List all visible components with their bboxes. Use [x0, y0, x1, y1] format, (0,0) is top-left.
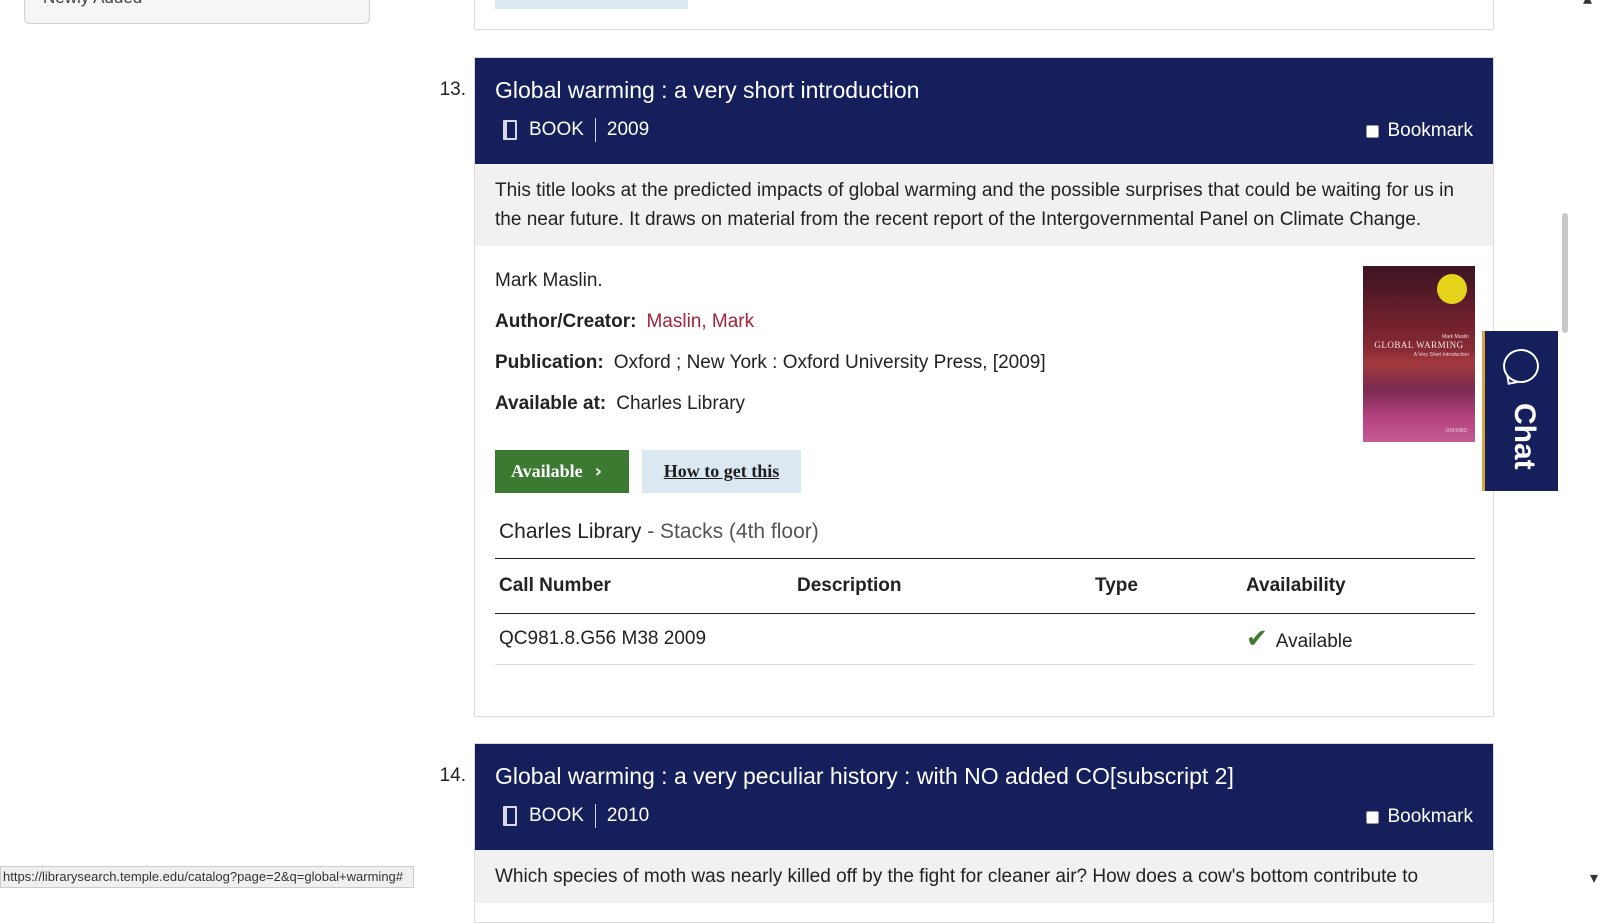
available-at-field: Available at: Charles Library: [495, 393, 745, 415]
result-summary: Which species of moth was nearly killed …: [475, 850, 1493, 903]
scroll-down-icon[interactable]: ▾: [1590, 868, 1598, 888]
holdings-table: Call Number Description Type Availabilit…: [495, 558, 1475, 665]
scrollbar-thumb[interactable]: [1562, 213, 1568, 333]
bookmark-label: Bookmark: [1387, 806, 1473, 827]
bookmark-checkbox[interactable]: [1366, 810, 1380, 824]
bookmark-toggle[interactable]: Bookmark: [1366, 806, 1473, 828]
result-summary: This title looks at the predicted impact…: [475, 164, 1493, 246]
result-card: Global warming : a very peculiar history…: [474, 743, 1494, 923]
chat-label: Chat: [1508, 403, 1541, 470]
cover-seal: [1437, 274, 1467, 304]
available-button[interactable]: Available ›: [495, 450, 629, 493]
column-header: Description: [793, 558, 1091, 614]
table-row: QC981.8.G56 M38 2009 ✔ Available: [495, 613, 1475, 665]
availability-status: Available: [1275, 631, 1353, 652]
location-name: Charles Library: [499, 520, 642, 543]
result-number: 14.: [439, 765, 466, 786]
location-detail: - Stacks (4th floor): [641, 520, 819, 543]
year-label: 2010: [606, 805, 650, 826]
call-number-cell: QC981.8.G56 M38 2009: [495, 613, 793, 665]
result-card: Global warming : a very short introducti…: [474, 57, 1494, 717]
chevron-right-icon: ›: [594, 461, 603, 482]
column-header: Type: [1091, 558, 1242, 614]
publication-field: Publication: Oxford ; New York : Oxford …: [495, 352, 1046, 374]
author-field: Author/Creator: Maslin, Mark: [495, 311, 754, 333]
format-label: BOOK: [529, 119, 584, 140]
column-header: Availability: [1242, 558, 1475, 614]
meta-divider: [594, 804, 596, 828]
result-details: Mark Maslin. Author/Creator: Maslin, Mar…: [475, 246, 1493, 718]
facet-label: Newly Added: [43, 0, 142, 8]
bookmark-label: Bookmark: [1387, 120, 1473, 141]
description-cell: [793, 613, 1091, 665]
result-header: Global warming : a very peculiar history…: [475, 744, 1493, 850]
available-at-value: Charles Library: [616, 393, 746, 414]
year-label: 2009: [606, 119, 650, 140]
responsibility-statement: Mark Maslin.: [495, 270, 603, 291]
result-number: 13.: [439, 79, 466, 100]
result-title-link[interactable]: Global warming : a very peculiar history…: [495, 763, 1234, 790]
author-label: Author/Creator:: [495, 311, 637, 332]
result-header: Global warming : a very short introducti…: [475, 58, 1493, 164]
holding-location: Charles Library - Stacks (4th floor): [499, 520, 819, 544]
available-button-label: Available: [511, 461, 583, 481]
result-title-link[interactable]: Global warming : a very short introducti…: [495, 77, 919, 104]
chat-button[interactable]: Chat: [1482, 331, 1558, 491]
cover-publisher: OXFORD: [1445, 428, 1467, 434]
previous-result-button[interactable]: [495, 0, 688, 9]
book-icon: [503, 806, 517, 826]
publication-label: Publication:: [495, 352, 604, 373]
result-meta: BOOK 2009: [503, 118, 649, 142]
status-bar-url: https://librarysearch.temple.edu/catalog…: [0, 866, 415, 888]
author-link[interactable]: Maslin, Mark: [646, 311, 754, 333]
meta-divider: [594, 118, 596, 142]
previous-result-card: [474, 0, 1494, 30]
facet-sort-dropdown[interactable]: Newly Added ⌄: [24, 0, 370, 24]
type-cell: [1091, 613, 1242, 665]
available-at-label: Available at:: [495, 393, 607, 414]
how-to-get-this-button[interactable]: How to get this: [642, 450, 801, 493]
availability-cell: ✔ Available: [1242, 613, 1475, 665]
chat-bubble-icon: [1503, 349, 1539, 383]
bookmark-checkbox[interactable]: [1366, 124, 1380, 138]
result-meta: BOOK 2010: [503, 804, 649, 828]
checkmark-icon: ✔: [1246, 624, 1268, 654]
chevron-down-icon: ⌄: [335, 0, 347, 3]
cover-title: GLOBAL WARMING: [1374, 340, 1464, 350]
publication-value: Oxford ; New York : Oxford University Pr…: [613, 352, 1046, 373]
column-header: Call Number: [495, 558, 793, 614]
format-label: BOOK: [529, 805, 584, 826]
book-icon: [503, 120, 517, 140]
bookmark-toggle[interactable]: Bookmark: [1366, 120, 1473, 142]
scroll-up-icon[interactable]: ▴: [1583, 0, 1592, 9]
holdings-header-row: Call Number Description Type Availabilit…: [495, 558, 1475, 614]
book-cover-image[interactable]: Mark Maslin GLOBAL WARMING A Very Short …: [1363, 266, 1475, 442]
cover-subtitle: A Very Short Introduction: [1413, 352, 1469, 358]
